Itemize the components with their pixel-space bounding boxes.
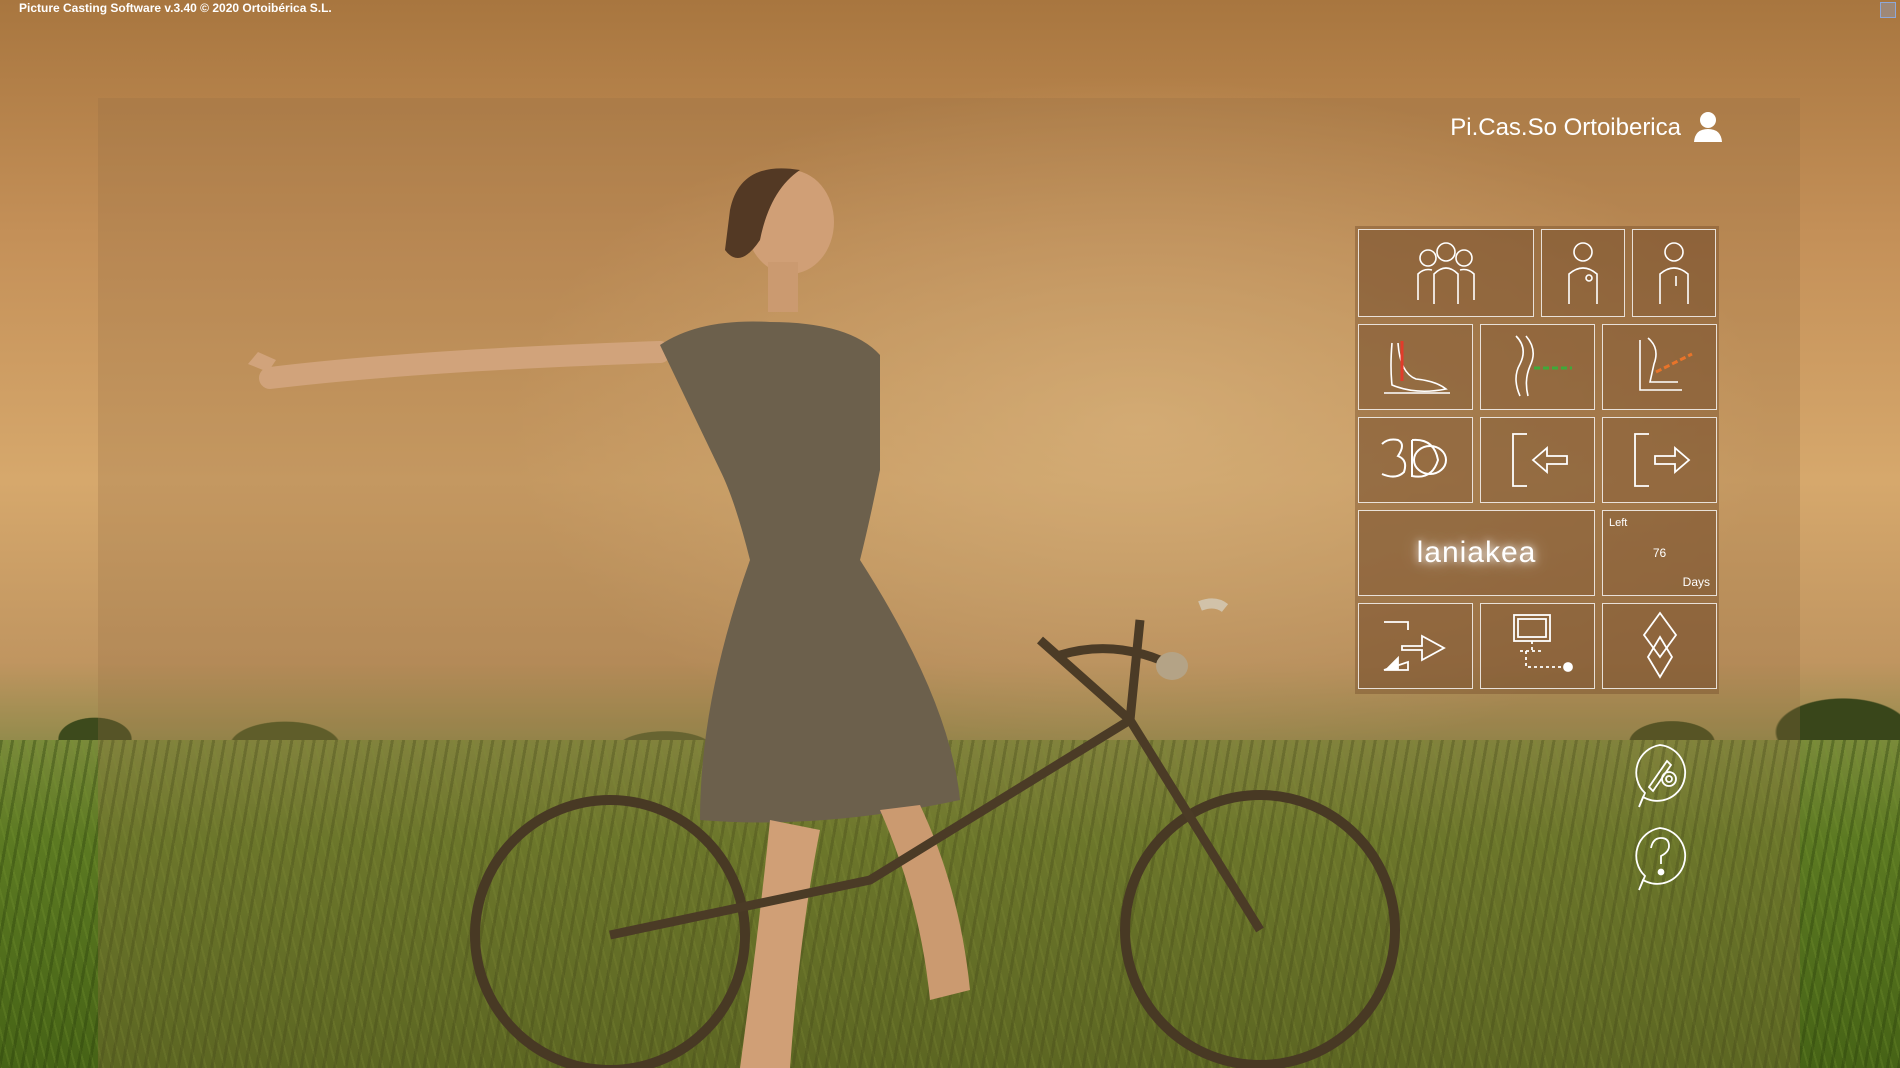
window-title: Picture Casting Software v.3.40 © 2020 O… — [19, 1, 332, 15]
patient-button[interactable] — [1632, 229, 1716, 317]
network-button[interactable] — [1480, 603, 1595, 689]
user-area[interactable]: Pi.Cas.So Ortoiberica — [1440, 110, 1725, 146]
user-icon — [1691, 109, 1725, 148]
export-button[interactable] — [1602, 417, 1717, 503]
window-control-button[interactable] — [1880, 2, 1896, 18]
diamond-icon — [1642, 611, 1677, 679]
user-name: Pi.Cas.So Ortoiberica — [1450, 114, 1681, 141]
import-button[interactable] — [1480, 417, 1595, 503]
tools-gear-chat-icon — [1635, 744, 1687, 808]
patients-group-button[interactable] — [1358, 229, 1534, 317]
seat-orange-line-icon — [1638, 337, 1693, 391]
question-chat-icon — [1635, 827, 1687, 891]
settings-button[interactable] — [1629, 743, 1691, 809]
laniakea-button[interactable]: laniakea — [1358, 510, 1595, 596]
patient-badge-button[interactable] — [1541, 229, 1625, 317]
group-users-icon — [1417, 242, 1475, 304]
exit-button[interactable] — [1358, 603, 1473, 689]
3d-icon — [1380, 438, 1447, 478]
monitor-network-icon — [1512, 614, 1573, 672]
leg-scan-button[interactable] — [1480, 324, 1595, 410]
license-days-value: 76 — [1652, 546, 1667, 560]
license-left-label: Left — [1609, 517, 1628, 529]
leg-green-line-icon — [1514, 335, 1572, 397]
person-badge-icon — [1568, 242, 1598, 304]
seat-scan-button[interactable] — [1602, 324, 1717, 410]
license-days-unit: Days — [1682, 575, 1710, 589]
view-3d-button[interactable] — [1358, 417, 1473, 503]
exit-document-icon — [1383, 621, 1446, 671]
foot-scan-button[interactable] — [1358, 324, 1473, 410]
laniakea-label: laniakea — [1416, 536, 1537, 569]
main-menu-grid: laniakea Left 76 Days — [1355, 226, 1719, 694]
person-icon — [1659, 242, 1689, 304]
foot-red-line-icon — [1383, 341, 1450, 394]
license-days-tile: Left 76 Days — [1602, 510, 1717, 596]
import-arrow-icon — [1511, 433, 1568, 487]
diamond-button[interactable] — [1602, 603, 1717, 689]
help-button[interactable] — [1629, 826, 1691, 892]
export-arrow-icon — [1633, 433, 1690, 487]
